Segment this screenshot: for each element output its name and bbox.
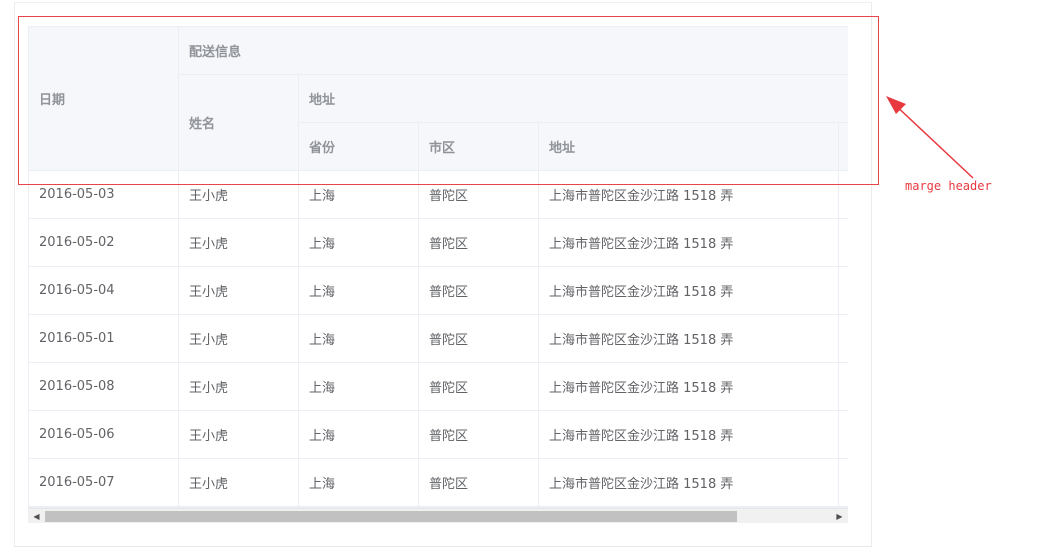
header-date[interactable]: 日期 [29, 27, 179, 171]
cell-address: 上海市普陀区金沙江路 1518 弄 [539, 219, 839, 267]
table-row: 2016-05-02 王小虎 上海 普陀区 上海市普陀区金沙江路 1518 弄 [29, 219, 848, 267]
cell-city: 普陀区 [419, 315, 539, 363]
cell-date: 2016-05-01 [29, 315, 179, 363]
cell-address: 上海市普陀区金沙江路 1518 弄 [539, 267, 839, 315]
cell-address: 上海市普陀区金沙江路 1518 弄 [539, 459, 839, 507]
cell-address: 上海市普陀区金沙江路 1518 弄 [539, 171, 839, 219]
annotation-arrow-icon [886, 96, 974, 179]
header-address[interactable]: 地址 [539, 123, 839, 171]
cell-name: 王小虎 [179, 315, 299, 363]
cell-date: 2016-05-02 [29, 219, 179, 267]
cell-province: 上海 [299, 315, 419, 363]
cell-address: 上海市普陀区金沙江路 1518 弄 [539, 411, 839, 459]
cell-overflow [839, 171, 848, 219]
scroll-left-arrow-icon[interactable]: ◀ [28, 509, 45, 524]
header-name[interactable]: 姓名 [179, 75, 299, 171]
cell-province: 上海 [299, 363, 419, 411]
cell-overflow [839, 219, 848, 267]
cell-name: 王小虎 [179, 219, 299, 267]
cell-date: 2016-05-08 [29, 363, 179, 411]
cell-city: 普陀区 [419, 267, 539, 315]
cell-city: 普陀区 [419, 219, 539, 267]
table-row: 2016-05-04 王小虎 上海 普陀区 上海市普陀区金沙江路 1518 弄 [29, 267, 848, 315]
cell-overflow [839, 267, 848, 315]
cell-province: 上海 [299, 267, 419, 315]
cell-province: 上海 [299, 459, 419, 507]
cell-city: 普陀区 [419, 459, 539, 507]
header-overflow-column [839, 123, 848, 171]
cell-overflow [839, 363, 848, 411]
header-address-group[interactable]: 地址 [299, 75, 848, 123]
header-city[interactable]: 市区 [419, 123, 539, 171]
cell-province: 上海 [299, 219, 419, 267]
cell-overflow [839, 411, 848, 459]
cell-name: 王小虎 [179, 459, 299, 507]
table-row: 2016-05-06 王小虎 上海 普陀区 上海市普陀区金沙江路 1518 弄 [29, 411, 848, 459]
cell-date: 2016-05-06 [29, 411, 179, 459]
horizontal-scrollbar[interactable]: ◀ ▶ [28, 508, 848, 523]
cell-province: 上海 [299, 171, 419, 219]
cell-date: 2016-05-03 [29, 171, 179, 219]
scroll-right-arrow-icon[interactable]: ▶ [831, 509, 848, 524]
cell-name: 王小虎 [179, 267, 299, 315]
cell-name: 王小虎 [179, 363, 299, 411]
cell-overflow [839, 315, 848, 363]
container-bottom-border [14, 546, 872, 547]
cell-date: 2016-05-04 [29, 267, 179, 315]
cell-address: 上海市普陀区金沙江路 1518 弄 [539, 363, 839, 411]
cell-city: 普陀区 [419, 363, 539, 411]
annotation-label: marge header [905, 179, 992, 193]
cell-overflow [839, 459, 848, 507]
scrollbar-thumb[interactable] [45, 511, 737, 522]
cell-province: 上海 [299, 411, 419, 459]
cell-name: 王小虎 [179, 171, 299, 219]
merged-header-table: 日期 配送信息 姓名 地址 省份 市区 地址 2016-05-03 王小虎 上海… [28, 26, 848, 508]
cell-address: 上海市普陀区金沙江路 1518 弄 [539, 315, 839, 363]
table-row: 2016-05-08 王小虎 上海 普陀区 上海市普陀区金沙江路 1518 弄 [29, 363, 848, 411]
cell-name: 王小虎 [179, 411, 299, 459]
header-delivery-info[interactable]: 配送信息 [179, 27, 848, 75]
cell-city: 普陀区 [419, 171, 539, 219]
table-row: 2016-05-03 王小虎 上海 普陀区 上海市普陀区金沙江路 1518 弄 [29, 171, 848, 219]
cell-city: 普陀区 [419, 411, 539, 459]
header-province[interactable]: 省份 [299, 123, 419, 171]
cell-date: 2016-05-07 [29, 459, 179, 507]
table-row: 2016-05-01 王小虎 上海 普陀区 上海市普陀区金沙江路 1518 弄 [29, 315, 848, 363]
table-row: 2016-05-07 王小虎 上海 普陀区 上海市普陀区金沙江路 1518 弄 [29, 459, 848, 507]
